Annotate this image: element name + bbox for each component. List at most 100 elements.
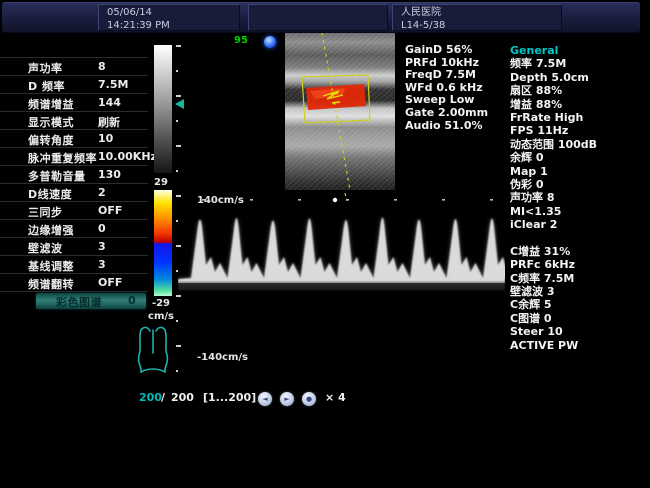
right-panel-gap — [510, 232, 650, 245]
param-label: 偏转角度 — [28, 132, 74, 148]
right-panel-line: ACTIVE PW — [510, 339, 650, 352]
param-value: 10 — [98, 132, 113, 145]
right-panel-lines: 频率 7.5MDepth 5.0cm扇区 88%增益 88%FrRate Hig… — [510, 57, 650, 352]
datetime-panel: 05/06/14 14:21:39 PM — [98, 4, 240, 31]
right-panel-line: C余辉 5 — [510, 298, 650, 311]
param-value: OFF — [98, 204, 122, 217]
sidebar-param-row[interactable]: 声功率 8 — [0, 57, 148, 75]
sidebar-param-row[interactable]: 频谱翻转 OFF — [0, 273, 148, 291]
header-bar: 05/06/14 14:21:39 PM 人民医院 L14-5/38 — [2, 2, 640, 33]
cine-speed: × 4 — [325, 391, 346, 404]
frame-counter: 95 — [234, 35, 248, 46]
right-panel-line: FPS 11Hz — [510, 124, 650, 137]
depth-tick — [176, 320, 178, 322]
depth-tick — [176, 345, 181, 347]
right-panel-line: 动态范围 100dB — [510, 138, 650, 151]
sidebar-param-row[interactable]: 显示模式 刷新 — [0, 111, 148, 129]
waveform-trace — [178, 217, 505, 282]
body-marker-icon[interactable] — [134, 323, 172, 375]
param-value: 130 — [98, 168, 121, 181]
depth-tick — [176, 70, 178, 72]
depth-tick — [176, 295, 181, 297]
overlay-line: Audio 51.0% — [405, 120, 488, 133]
param-value: 7.5M — [98, 78, 128, 91]
param-label: 多普勒音量 — [28, 168, 86, 184]
param-label: 边缘增强 — [28, 222, 74, 238]
right-panel-line: C增益 31% — [510, 245, 650, 258]
time-text: 14:21:39 PM — [107, 19, 239, 32]
sidebar-param-row[interactable]: D线速度 2 — [0, 183, 148, 201]
param-value: 144 — [98, 96, 121, 109]
active-indicator-dot — [264, 36, 276, 48]
patient-info-panel — [248, 4, 388, 31]
right-panel-line: 扇区 88% — [510, 84, 650, 97]
velocity-scale-max: 29 — [148, 177, 174, 188]
grayscale-marker-icon — [175, 99, 184, 109]
right-panel-line: iClear 2 — [510, 218, 650, 231]
right-panel-line: 余辉 0 — [510, 151, 650, 164]
param-value: 10.00KHz — [98, 150, 157, 163]
sidebar-param-row[interactable]: 三同步OFF — [0, 201, 148, 219]
doppler-overlay-readout: GainD 56%PRFd 10kHzFreqD 7.5MWFd 0.6 kHz… — [405, 44, 488, 132]
spectral-waveform — [178, 193, 505, 293]
grayscale-bar — [154, 45, 172, 173]
param-value: 0 — [98, 222, 106, 235]
cine-current-frame: 200 — [139, 391, 162, 404]
param-value: 2 — [98, 186, 106, 199]
play-button[interactable]: ► — [280, 392, 294, 406]
sidebar-param-row[interactable]: 壁滤波 3 — [0, 237, 148, 255]
sweep-ticks — [202, 199, 493, 201]
right-panel-line: 增益 88% — [510, 98, 650, 111]
right-panel-line: 壁滤波 3 — [510, 285, 650, 298]
sidebar-param-row[interactable]: 彩色图谱 0 — [0, 291, 148, 309]
sample-gate-top — [330, 93, 338, 94]
sweep-position-dot — [333, 198, 337, 202]
right-panel-line: Depth 5.0cm — [510, 71, 650, 84]
depth-tick — [176, 45, 181, 47]
param-value: OFF — [98, 276, 122, 289]
param-label: 频谱增益 — [28, 96, 74, 112]
cine-range: [1...200] — [203, 391, 256, 404]
param-label: 声功率 — [28, 60, 63, 76]
sidebar-param-row[interactable]: 频谱增益 144 — [0, 93, 148, 111]
prev-frame-button[interactable]: ◄ — [258, 392, 272, 406]
sidebar-param-row[interactable]: 偏转角度 10 — [0, 129, 148, 147]
sample-gate-bottom — [332, 102, 340, 103]
velocity-scale-min: -29 — [148, 298, 174, 309]
depth-tick — [176, 370, 178, 372]
right-panel-title: General — [510, 44, 650, 57]
hospital-panel: 人民医院 L14-5/38 — [392, 4, 562, 31]
sidebar-param-row[interactable]: 脉冲重复频率10.00KHz — [0, 147, 148, 165]
param-label: 彩色图谱 — [56, 294, 102, 310]
param-value: 刷新 — [98, 114, 120, 130]
doppler-cursor-line[interactable] — [322, 33, 350, 190]
sidebar-param-row[interactable]: D 频率 7.5M — [0, 75, 148, 93]
sidebar-params: 声功率 8 D 频率 7.5M 频谱增益 144 显示模式 刷新偏转角度 10 脉冲重复频率10.… — [0, 57, 148, 309]
param-label: 频谱翻转 — [28, 276, 74, 292]
stop-button[interactable]: ● — [302, 392, 316, 406]
param-value: 0 — [128, 294, 136, 307]
velocity-scale-unit: cm/s — [148, 311, 174, 322]
depth-tick — [176, 170, 178, 172]
param-label: 显示模式 — [28, 114, 74, 130]
right-panel-line: 声功率 8 — [510, 191, 650, 204]
baseline — [178, 282, 505, 283]
sidebar-param-row[interactable]: 边缘增强 0 — [0, 219, 148, 237]
right-panel-line: C图谱 0 — [510, 312, 650, 325]
param-label: 脉冲重复频率 — [28, 150, 97, 166]
sidebar-param-row[interactable]: 基线调整3 — [0, 255, 148, 273]
param-value: 3 — [98, 258, 106, 271]
depth-tick — [176, 145, 181, 147]
color-doppler-bar — [154, 190, 172, 296]
param-value: 3 — [98, 240, 106, 253]
spectral-scale-bottom: -140cm/s — [197, 352, 248, 363]
right-panel-line: 伪彩 0 — [510, 178, 650, 191]
bmode-image[interactable] — [285, 33, 395, 190]
param-label: D 频率 — [28, 78, 65, 94]
overlay-line: Gate 2.00mm — [405, 107, 488, 120]
param-value: 8 — [98, 60, 106, 73]
sidebar-param-row[interactable]: 多普勒音量 130 — [0, 165, 148, 183]
param-label: 壁滤波 — [28, 240, 63, 256]
param-label: D线速度 — [28, 186, 72, 202]
overlay-line: FreqD 7.5M — [405, 69, 488, 82]
